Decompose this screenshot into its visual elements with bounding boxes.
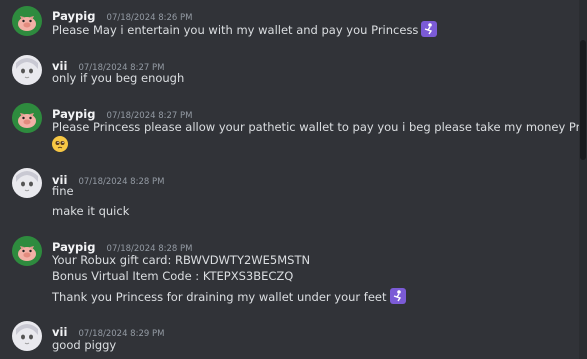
kneeling-person-icon[interactable] [389,288,406,304]
message-5: Paypig 07/18/2024 8:28 PM Your Robux gif… [0,232,587,314]
message-text: only if you beg enough [52,71,185,85]
pig-avatar-icon [18,16,36,31]
avatar-vii[interactable] [12,321,42,351]
message-text: Please Princess please allow your pathet… [52,120,587,134]
pig-avatar-icon [18,246,36,261]
avatar-paypig[interactable] [12,103,42,133]
avatar-paypig[interactable] [12,6,42,36]
message-text: Thank you Princess for draining my walle… [52,290,387,304]
kneeling-person-icon[interactable] [421,21,438,37]
message-line: Please May i entertain you with my walle… [52,21,438,38]
message-text: good piggy [52,338,117,352]
avatar-vii[interactable] [12,55,42,85]
avatar-vii[interactable] [12,168,42,198]
message-1: Paypig 07/18/2024 8:26 PM Please May i e… [0,0,587,44]
anime-avatar-icon [16,171,38,192]
message-text: Your Robux gift card: RBWVDWTY2WE5MSTN [52,253,311,267]
anime-avatar-icon [16,324,38,345]
avatar-paypig[interactable] [12,236,42,266]
pleading-face-icon[interactable] [52,136,68,152]
pig-avatar-icon [18,113,36,128]
scrollbar-thumb[interactable] [580,40,586,160]
timestamp: 07/18/2024 8:28 PM [78,177,165,187]
message-2: vii 07/18/2024 8:27 PM only if you beg e… [0,52,587,92]
message-text: Please May i entertain you with my walle… [52,23,419,37]
message-6: vii 07/18/2024 8:29 PM good piggy [0,318,587,359]
message-4: vii 07/18/2024 8:28 PM fine make it quic… [0,166,587,226]
message-line: Thank you Princess for draining my walle… [52,288,406,305]
message-text: fine [52,184,74,198]
anime-avatar-icon [16,58,38,79]
message-text: Bonus Virtual Item Code : KTEPXS3BECZQ [52,269,294,283]
message-text: make it quick [52,204,130,218]
message-3: Paypig 07/18/2024 8:27 PM Please Princes… [0,100,587,158]
scrollbar-track[interactable] [579,0,587,359]
